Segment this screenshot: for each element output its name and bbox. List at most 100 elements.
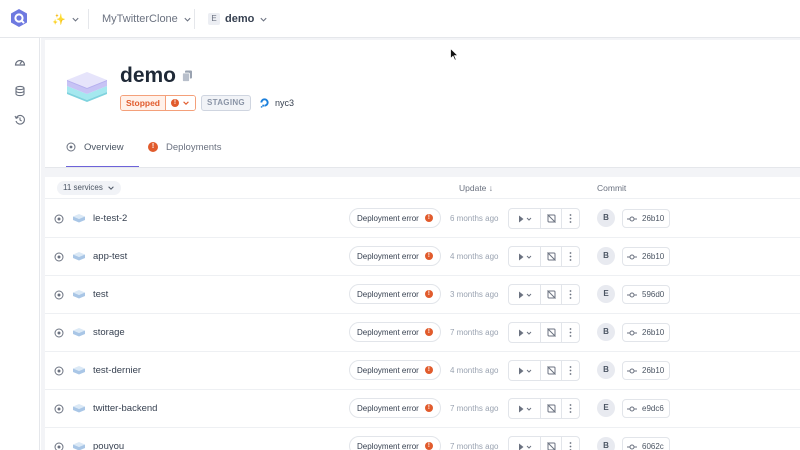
copy-icon[interactable]: [182, 70, 193, 82]
deployment-status-badge[interactable]: Deployment error!: [349, 208, 441, 228]
deploy-button[interactable]: [509, 437, 541, 450]
service-name[interactable]: test: [93, 289, 108, 300]
deploy-button[interactable]: [509, 399, 541, 418]
tab-deployments[interactable]: ! Deployments: [148, 142, 221, 168]
deployment-status-badge[interactable]: Deployment error!: [349, 322, 441, 342]
commit-badge[interactable]: e9dc6: [622, 399, 670, 418]
service-name[interactable]: le-test-2: [93, 213, 127, 224]
play-icon: [518, 367, 531, 374]
deployment-status-badge[interactable]: Deployment error!: [349, 360, 441, 380]
service-actions: [508, 284, 580, 305]
service-name[interactable]: storage: [93, 327, 125, 338]
deployment-status-badge[interactable]: Deployment error!: [349, 246, 441, 266]
service-actions: [508, 322, 580, 343]
avatar: B: [597, 361, 615, 379]
status-actions-button[interactable]: !: [165, 96, 195, 110]
more-menu-button[interactable]: [562, 437, 579, 450]
service-state-icon: [54, 214, 64, 224]
logs-off-icon: [546, 328, 556, 337]
commit-hash: 26b10: [642, 366, 665, 375]
commit-badge[interactable]: 26b10: [622, 247, 670, 266]
table-row[interactable]: app-test Deployment error! 4 months ago B 26…: [45, 238, 800, 276]
more-menu-button[interactable]: [562, 399, 579, 418]
play-icon: [518, 291, 531, 298]
last-update: 7 months ago: [450, 442, 499, 450]
application-icon: [73, 290, 85, 299]
last-update: 6 months ago: [450, 214, 499, 223]
application-icon: [73, 442, 85, 450]
more-menu-button[interactable]: [562, 361, 579, 380]
services-filter[interactable]: 11 services: [57, 181, 121, 195]
deploy-button[interactable]: [509, 361, 541, 380]
deployment-status-badge[interactable]: Deployment error!: [349, 436, 441, 450]
status-text: Deployment error: [357, 213, 419, 223]
mode-badge: STAGING: [201, 95, 251, 111]
gauge-icon[interactable]: [14, 56, 26, 68]
logs-button[interactable]: [541, 323, 562, 342]
service-name[interactable]: test-dernier: [93, 365, 141, 376]
service-name[interactable]: twitter-backend: [93, 403, 157, 414]
git-commit-icon: [627, 444, 637, 449]
mouse-cursor-icon: [450, 48, 459, 61]
more-menu-button[interactable]: [562, 247, 579, 266]
environment-stack-icon: [67, 72, 107, 102]
commit-badge[interactable]: 6062c: [622, 437, 670, 450]
table-row[interactable]: pouyou Deployment error! 7 months ago B 6062…: [45, 428, 800, 450]
table-row[interactable]: test Deployment error! 3 months ago E 596d0: [45, 276, 800, 314]
avatar: B: [597, 247, 615, 265]
region-name: nyc3: [275, 97, 295, 108]
service-name[interactable]: pouyou: [93, 441, 124, 450]
service-name[interactable]: app-test: [93, 251, 127, 262]
logs-button[interactable]: [541, 361, 562, 380]
organization-selector[interactable]: ✨: [52, 10, 80, 28]
git-commit-icon: [627, 330, 637, 335]
environment-badge: E: [208, 13, 220, 25]
region: nyc3: [259, 97, 294, 108]
status-dropdown[interactable]: Stopped !: [120, 95, 196, 111]
table-row[interactable]: test-dernier Deployment error! 4 months ag…: [45, 352, 800, 390]
logs-button[interactable]: [541, 437, 562, 450]
table-row[interactable]: twitter-backend Deployment error! 7 months…: [45, 390, 800, 428]
avatar: B: [597, 323, 615, 341]
database-icon[interactable]: [14, 85, 26, 97]
commit-badge[interactable]: 26b10: [622, 361, 670, 380]
project-selector[interactable]: MyTwitterClone: [102, 10, 192, 28]
history-icon[interactable]: [14, 114, 26, 126]
error-icon: !: [424, 404, 433, 412]
deploy-button[interactable]: [509, 247, 541, 266]
service-state-icon: [54, 328, 64, 338]
column-update[interactable]: Update ↓: [459, 183, 493, 193]
commit-badge[interactable]: 26b10: [622, 323, 670, 342]
play-icon: [518, 215, 531, 222]
application-icon: [73, 366, 85, 375]
logs-off-icon: [546, 214, 556, 223]
more-menu-button[interactable]: [562, 209, 579, 228]
logs-button[interactable]: [541, 247, 562, 266]
logs-button[interactable]: [541, 399, 562, 418]
tab-label: Deployments: [166, 142, 222, 153]
deployment-status-badge[interactable]: Deployment error!: [349, 398, 441, 418]
tab-overview[interactable]: Overview: [66, 142, 139, 168]
arrow-down-icon: ↓: [488, 183, 494, 193]
sidebar: [0, 38, 40, 450]
deploy-button[interactable]: [509, 285, 541, 304]
table-row[interactable]: le-test-2 Deployment error! 6 months ago B 2…: [45, 200, 800, 238]
git-commit-icon: [627, 254, 637, 259]
commit-badge[interactable]: 596d0: [622, 285, 670, 304]
more-menu-button[interactable]: [562, 285, 579, 304]
commit-badge[interactable]: 26b10: [622, 209, 670, 228]
deploy-button[interactable]: [509, 209, 541, 228]
deploy-button[interactable]: [509, 323, 541, 342]
more-menu-button[interactable]: [562, 323, 579, 342]
table-row[interactable]: storage Deployment error! 7 months ago B 26b…: [45, 314, 800, 352]
logs-button[interactable]: [541, 209, 562, 228]
deployment-status-badge[interactable]: Deployment error!: [349, 284, 441, 304]
overview-icon: [66, 142, 76, 152]
qovery-logo-icon[interactable]: [9, 8, 29, 28]
more-vertical-icon: [569, 366, 572, 375]
logs-button[interactable]: [541, 285, 562, 304]
status-text: Deployment error: [357, 327, 419, 337]
last-update: 4 months ago: [450, 252, 499, 261]
error-icon: !: [424, 214, 433, 222]
environment-selector[interactable]: E demo: [208, 10, 268, 28]
